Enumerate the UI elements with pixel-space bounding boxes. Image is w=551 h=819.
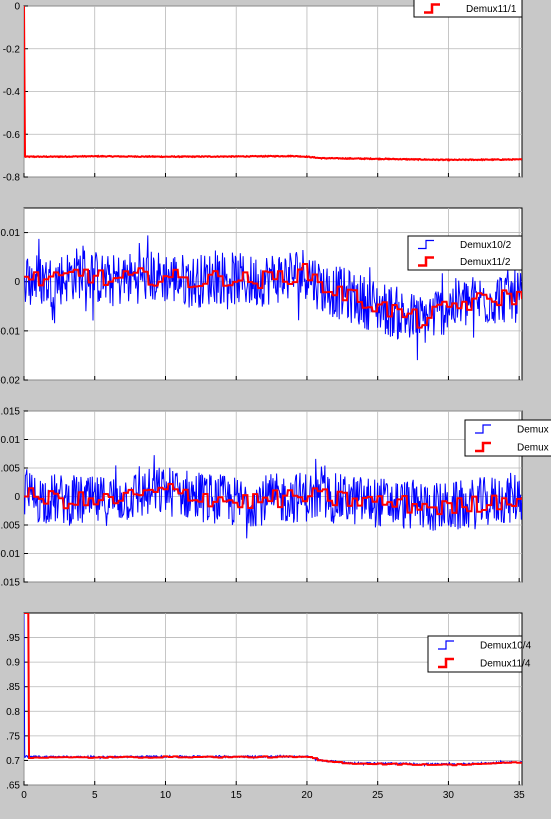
legend: Demux11/1 bbox=[413, 0, 523, 18]
y-tick-label: 0 bbox=[14, 277, 20, 288]
y-tick-label: -0.4 bbox=[3, 87, 21, 98]
y-tick-label: -0.01 bbox=[0, 326, 20, 337]
x-tick-label: 10 bbox=[160, 790, 172, 801]
y-tick-label: 0.9 bbox=[6, 658, 20, 669]
y-tick-label: .95 bbox=[6, 633, 20, 644]
y-tick-label: -0.2 bbox=[3, 44, 21, 55]
legend: Demux10/4 Demux11/4 bbox=[427, 635, 532, 673]
y-tick-label: .015 bbox=[1, 578, 21, 589]
legend: Demux Demux bbox=[464, 419, 551, 457]
y-tick-label: .005 bbox=[1, 521, 21, 532]
y-tick-label: 0.01 bbox=[1, 228, 21, 239]
y-tick-label: -0.02 bbox=[0, 376, 20, 387]
x-tick-label: 20 bbox=[301, 790, 313, 801]
x-tick-label: 30 bbox=[443, 790, 455, 801]
y-tick-label: 0 bbox=[14, 492, 20, 503]
y-tick-label: .75 bbox=[6, 731, 20, 742]
legend-label: Demux bbox=[517, 443, 549, 454]
legend: Demux10/2 Demux11/2 bbox=[407, 235, 523, 271]
y-tick-label: -0.01 bbox=[0, 549, 20, 560]
x-tick-label: 15 bbox=[231, 790, 243, 801]
chart-panel-3: .015 0.01 .005 0 .005 -0.01 .015 Demux Demux bbox=[0, 407, 551, 589]
y-tick-label: -0.8 bbox=[3, 173, 21, 184]
x-tick-label: 35 bbox=[514, 790, 526, 801]
scope-figure: 0 -0.2 -0.4 -0.6 -0.8 Demux11/1 0.01 0 -0.01 -0.0… bbox=[0, 0, 551, 801]
legend-label: Demux11/1 bbox=[466, 4, 517, 15]
chart-panel-2: 0.01 0 -0.01 -0.02 Demux10/2 Demux11/2 bbox=[0, 207, 523, 387]
y-tick-label: .015 bbox=[1, 407, 21, 418]
legend-label: Demux11/4 bbox=[480, 659, 531, 670]
y-tick-label: 0 bbox=[14, 2, 20, 13]
legend-label: Demux11/2 bbox=[460, 257, 511, 268]
chart-panel-4: .95 0.9 .85 0.8 .75 0.7 .650 5 10 15 20 25 30 35 Demux… bbox=[6, 612, 532, 801]
y-tick-label: .005 bbox=[1, 464, 21, 475]
x-tick-label: 5 bbox=[92, 790, 98, 801]
y-tick-label: -0.6 bbox=[3, 130, 21, 141]
y-tick-label: 0.8 bbox=[6, 707, 20, 718]
y-tick-label: 0.01 bbox=[1, 435, 21, 446]
y-tick-label: 0.7 bbox=[6, 756, 20, 767]
x-tick-label: 25 bbox=[372, 790, 384, 801]
chart-panel-1: 0 -0.2 -0.4 -0.6 -0.8 Demux11/1 bbox=[3, 0, 523, 184]
y-tick-label: .85 bbox=[6, 682, 20, 693]
x-tick-label: 0 bbox=[21, 790, 27, 801]
legend-label: Demux10/2 bbox=[460, 240, 512, 251]
legend-label: Demux10/4 bbox=[480, 641, 532, 652]
legend-label: Demux bbox=[517, 425, 549, 436]
y-tick-label: .65 bbox=[6, 781, 20, 792]
